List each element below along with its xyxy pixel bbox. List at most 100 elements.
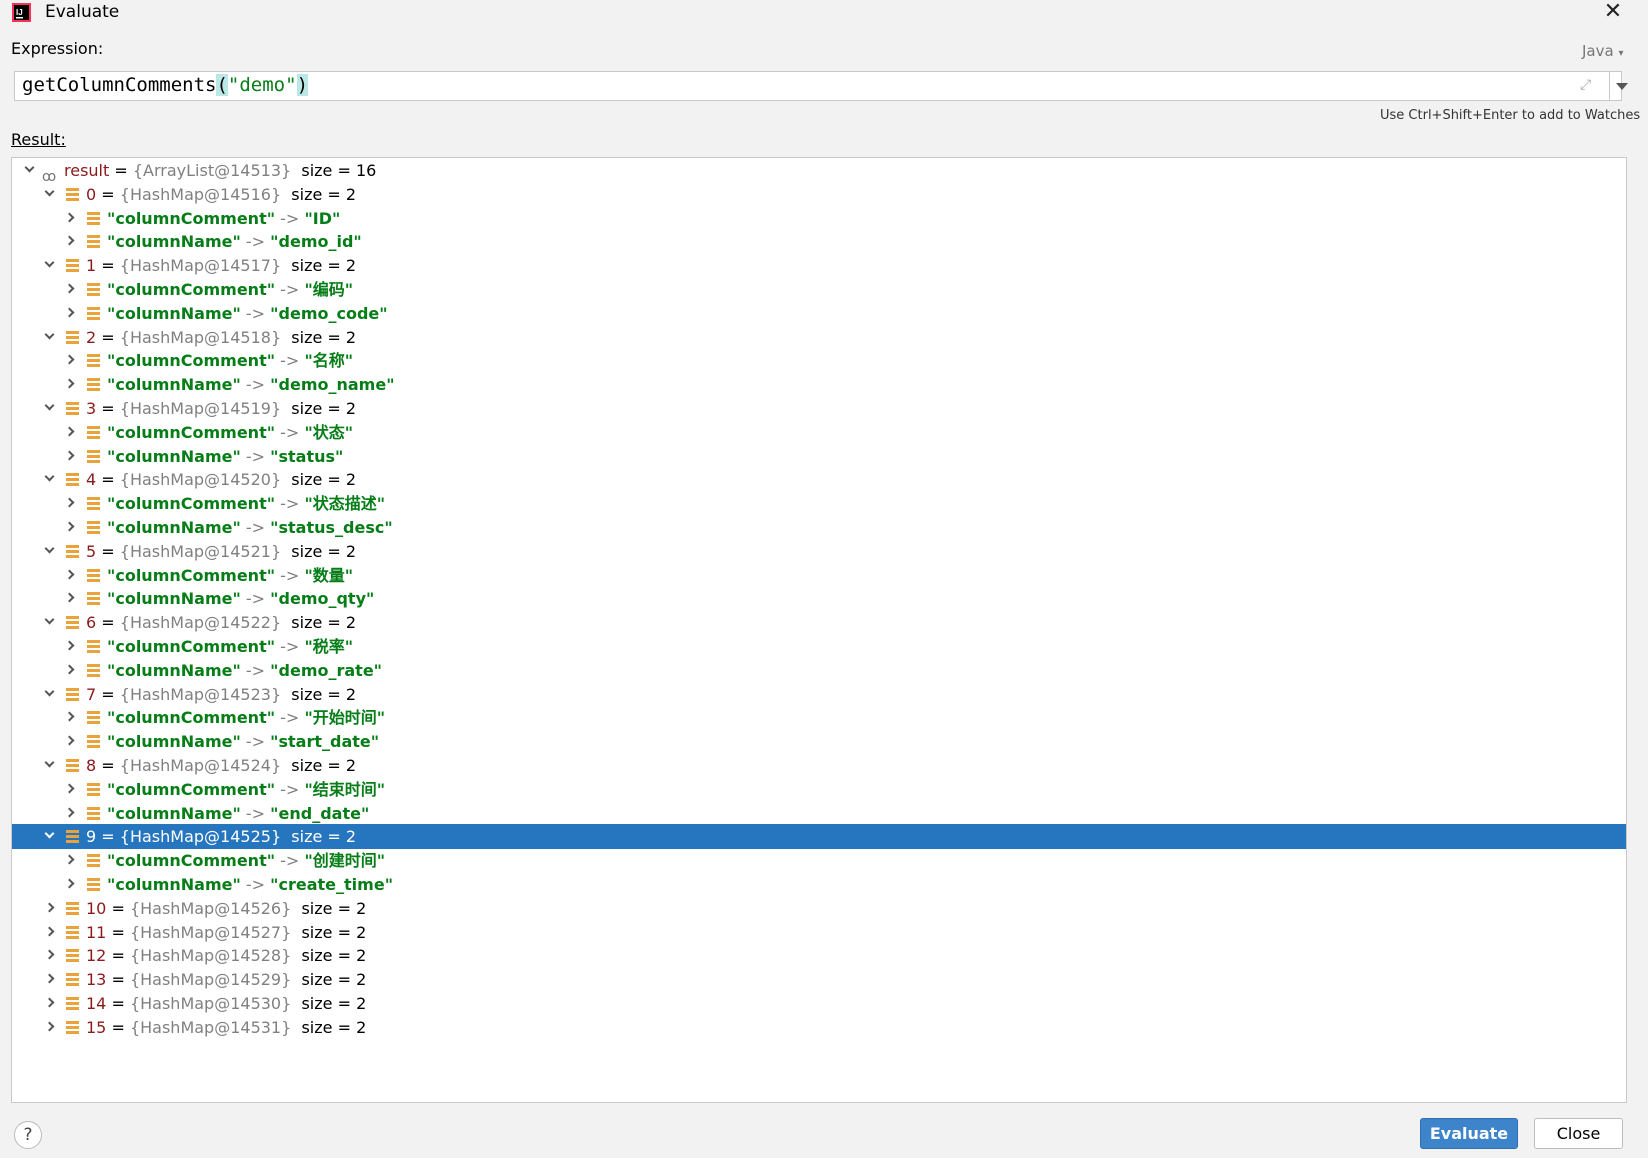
tree-entry-row[interactable]: "columnComment" -> "税率" [12, 634, 1626, 659]
tree-entry-row[interactable]: "columnName" -> "create_time" [12, 872, 1626, 897]
row-size: size = 2 [301, 970, 367, 989]
tree-entry-row[interactable]: "columnName" -> "status" [12, 444, 1626, 469]
tree-entry-row[interactable]: "columnComment" -> "编码" [12, 277, 1626, 302]
tree-map-row[interactable]: 5 = {HashMap@14521} size = 2 [12, 539, 1626, 564]
history-dropdown-button[interactable] [1609, 72, 1628, 100]
tree-map-row[interactable]: 6 = {HashMap@14522} size = 2 [12, 610, 1626, 635]
row-eq: = [101, 470, 115, 489]
tree-entry-row[interactable]: "columnComment" -> "名称" [12, 348, 1626, 373]
tree-map-row[interactable]: 11 = {HashMap@14527} size = 2 [12, 920, 1626, 945]
chevron-right-icon[interactable] [64, 283, 75, 294]
chevron-right-icon[interactable] [64, 426, 75, 437]
chevron-down-icon[interactable] [44, 186, 55, 197]
chevron-right-icon[interactable] [64, 664, 75, 675]
chevron-right-icon[interactable] [44, 902, 55, 913]
chevron-down-icon[interactable] [44, 400, 55, 411]
chevron-right-icon[interactable] [44, 949, 55, 960]
chevron-right-icon[interactable] [64, 807, 75, 818]
tree-entry-row[interactable]: "columnComment" -> "ID" [12, 206, 1626, 231]
result-label-text: Result: [11, 130, 66, 149]
chevron-right-icon[interactable] [64, 569, 75, 580]
tree-map-row[interactable]: 14 = {HashMap@14530} size = 2 [12, 991, 1626, 1016]
row-size: size = 2 [291, 756, 357, 775]
entry-row-label: "columnComment" -> "创建时间" [107, 848, 385, 873]
chevron-right-icon[interactable] [64, 307, 75, 318]
chevron-right-icon[interactable] [44, 997, 55, 1008]
row-ref: {HashMap@14519} [119, 399, 282, 418]
evaluate-button[interactable]: Evaluate [1420, 1118, 1518, 1149]
expression-text[interactable]: getColumnComments("demo") [22, 74, 309, 96]
tree-entry-row[interactable]: "columnName" -> "start_date" [12, 729, 1626, 754]
tree-entry-row[interactable]: "columnName" -> "status_desc" [12, 515, 1626, 540]
row-index: 5 [86, 542, 97, 561]
tree-map-row[interactable]: 8 = {HashMap@14524} size = 2 [12, 753, 1626, 778]
tree-entry-row[interactable]: "columnComment" -> "开始时间" [12, 705, 1626, 730]
tree-map-row[interactable]: 0 = {HashMap@14516} size = 2 [12, 182, 1626, 207]
map-row-label: 15 = {HashMap@14531} size = 2 [86, 1015, 366, 1040]
chevron-down-icon[interactable] [44, 757, 55, 768]
tree-map-row[interactable]: 1 = {HashMap@14517} size = 2 [12, 253, 1626, 278]
language-selector[interactable]: Java ▾ [1582, 42, 1624, 60]
chevron-right-icon[interactable] [64, 783, 75, 794]
tree-map-row[interactable]: 10 = {HashMap@14526} size = 2 [12, 896, 1626, 921]
tree-entry-row[interactable]: "columnComment" -> "数量" [12, 563, 1626, 588]
intellij-app-icon: IJ [12, 3, 31, 22]
tree-map-row[interactable]: 12 = {HashMap@14528} size = 2 [12, 943, 1626, 968]
row-size: size = 2 [301, 994, 367, 1013]
tree-map-row[interactable]: 13 = {HashMap@14529} size = 2 [12, 967, 1626, 992]
entry-arrow: -> [280, 494, 300, 513]
tree-map-row[interactable]: 2 = {HashMap@14518} size = 2 [12, 325, 1626, 350]
chevron-down-icon[interactable] [44, 329, 55, 340]
chevron-right-icon[interactable] [64, 497, 75, 508]
chevron-down-icon[interactable] [44, 828, 55, 839]
tree-entry-row[interactable]: "columnComment" -> "状态描述" [12, 491, 1626, 516]
chevron-right-icon[interactable] [64, 640, 75, 651]
tree-entry-row[interactable]: "columnComment" -> "结束时间" [12, 777, 1626, 802]
chevron-down-icon[interactable] [24, 162, 35, 173]
tree-entry-row[interactable]: "columnName" -> "demo_name" [12, 372, 1626, 397]
close-window-icon[interactable]: ✕ [1598, 0, 1628, 26]
entry-value: "名称" [304, 351, 354, 370]
entry-value: "编码" [304, 280, 354, 299]
close-button[interactable]: Close [1534, 1118, 1623, 1149]
tree-root-row[interactable]: oo result = {ArrayList@14513} size = 16 [12, 158, 1626, 185]
row-eq: = [101, 185, 115, 204]
chevron-right-icon[interactable] [64, 878, 75, 889]
expression-input[interactable]: getColumnComments("demo") ⤢ [14, 71, 1628, 101]
tree-entry-row[interactable]: "columnComment" -> "状态" [12, 420, 1626, 445]
tree-entry-row[interactable]: "columnName" -> "demo_id" [12, 229, 1626, 254]
chevron-down-icon[interactable] [44, 543, 55, 554]
chevron-down-icon[interactable] [44, 471, 55, 482]
chevron-down-icon[interactable] [44, 686, 55, 697]
tree-entry-row[interactable]: "columnName" -> "demo_rate" [12, 658, 1626, 683]
tree-entry-row[interactable]: "columnName" -> "demo_qty" [12, 586, 1626, 611]
tree-map-row[interactable]: 15 = {HashMap@14531} size = 2 [12, 1015, 1626, 1040]
chevron-right-icon[interactable] [64, 235, 75, 246]
chevron-right-icon[interactable] [64, 378, 75, 389]
chevron-right-icon[interactable] [64, 521, 75, 532]
chevron-right-icon[interactable] [64, 354, 75, 365]
tree-map-row[interactable]: 3 = {HashMap@14519} size = 2 [12, 396, 1626, 421]
entry-arrow: -> [245, 304, 266, 323]
help-button[interactable]: ? [14, 1121, 42, 1149]
expand-editor-icon[interactable]: ⤢ [1580, 77, 1598, 95]
chevron-right-icon[interactable] [64, 711, 75, 722]
chevron-right-icon[interactable] [64, 450, 75, 461]
chevron-right-icon[interactable] [44, 1021, 55, 1032]
chevron-right-icon[interactable] [44, 973, 55, 984]
tree-entry-row[interactable]: "columnComment" -> "创建时间" [12, 848, 1626, 873]
chevron-right-icon[interactable] [64, 212, 75, 223]
result-tree[interactable]: oo result = {ArrayList@14513} size = 16 … [11, 157, 1627, 1103]
tree-map-row[interactable]: 9 = {HashMap@14525} size = 2 [12, 824, 1626, 849]
chevron-right-icon[interactable] [64, 735, 75, 746]
chevron-down-icon[interactable] [44, 614, 55, 625]
chevron-right-icon[interactable] [44, 926, 55, 937]
tree-entry-row[interactable]: "columnName" -> "demo_code" [12, 301, 1626, 326]
tree-map-row[interactable]: 7 = {HashMap@14523} size = 2 [12, 682, 1626, 707]
chevron-down-icon[interactable] [44, 257, 55, 268]
chevron-right-icon[interactable] [64, 854, 75, 865]
tree-entry-row[interactable]: "columnName" -> "end_date" [12, 801, 1626, 826]
field-list-icon [66, 331, 79, 344]
chevron-right-icon[interactable] [64, 592, 75, 603]
tree-map-row[interactable]: 4 = {HashMap@14520} size = 2 [12, 467, 1626, 492]
